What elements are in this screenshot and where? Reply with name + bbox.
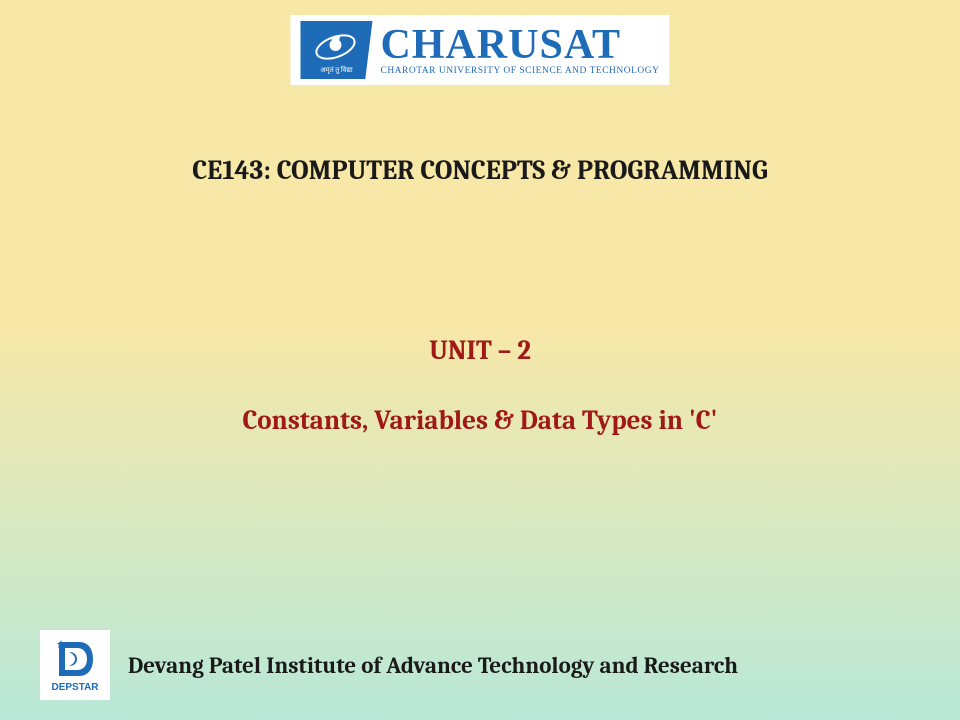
depstar-logo: DEPSTAR: [40, 630, 110, 700]
logo-text-block: CHARUSAT CHAROTAR UNIVERSITY OF SCIENCE …: [380, 24, 659, 76]
logo-motto: अमृतं तु विद्या: [320, 66, 353, 75]
course-title: CE143: COMPUTER CONCEPTS & PROGRAMMING: [0, 155, 960, 186]
unit-label: UNIT – 2: [0, 335, 960, 366]
depstar-label: DEPSTAR: [51, 682, 98, 693]
footer: DEPSTAR Devang Patel Institute of Advanc…: [40, 630, 940, 700]
university-name: CHARUSAT: [380, 24, 659, 66]
institute-name: Devang Patel Institute of Advance Techno…: [128, 652, 738, 679]
unit-title: Constants, Variables & Data Types in 'C': [0, 405, 960, 436]
charusat-logo: अमृतं तु विद्या CHARUSAT CHAROTAR UNIVER…: [290, 15, 669, 85]
university-subtitle: CHAROTAR UNIVERSITY OF SCIENCE AND TECHN…: [380, 66, 659, 76]
charusat-emblem-icon: अमृतं तु विद्या: [300, 21, 372, 79]
